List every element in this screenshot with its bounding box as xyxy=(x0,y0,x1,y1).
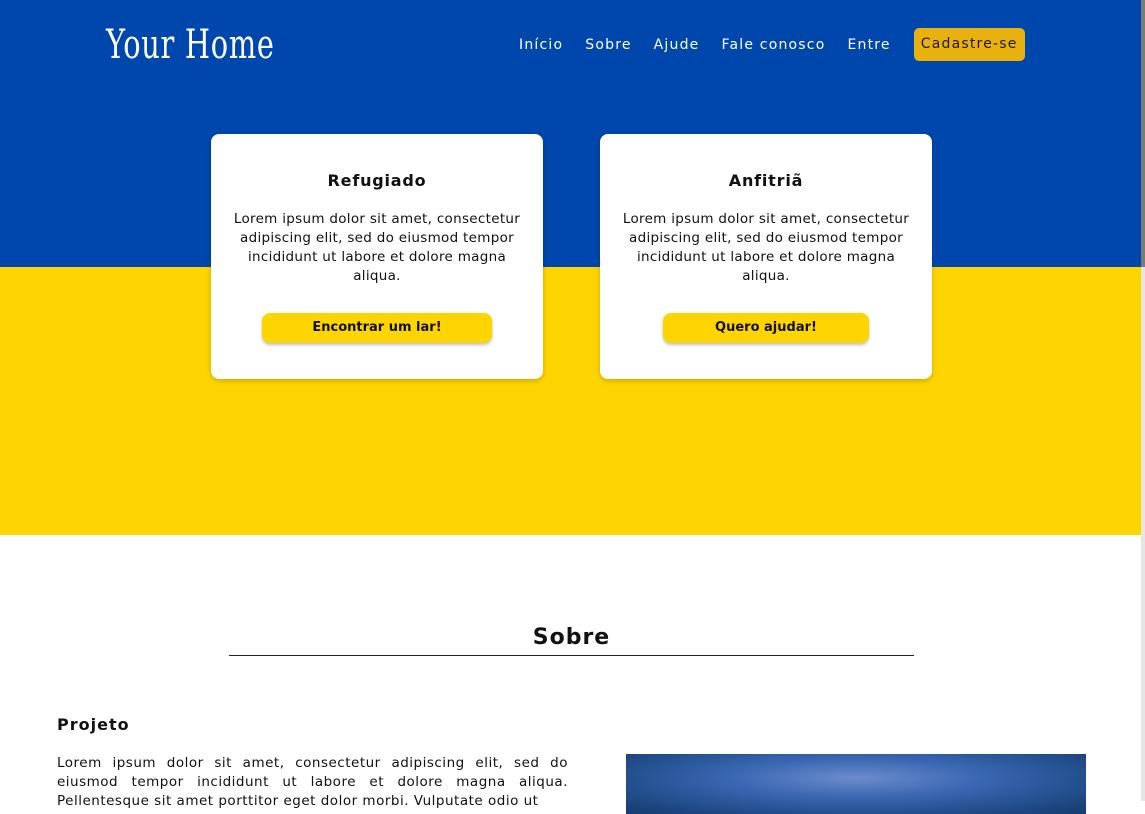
main-nav: Início Sobre Ajude Fale conosco Entre Ca… xyxy=(508,28,1025,61)
scrollbar[interactable] xyxy=(1141,0,1145,801)
card-text: Lorem ipsum dolor sit amet, consectetur … xyxy=(622,211,910,284)
signup-button[interactable]: Cadastre-se xyxy=(913,28,1025,61)
project-description: Lorem ipsum dolor sit amet, consectetur … xyxy=(57,755,568,809)
card-text: Lorem ipsum dolor sit amet, consectetur … xyxy=(233,211,521,284)
nav-link-ajude[interactable]: Ajude xyxy=(654,29,700,61)
nav-link-fale-conosco[interactable]: Fale conosco xyxy=(722,29,826,61)
card-title: Refugiado xyxy=(327,171,427,190)
project-heading: Projeto xyxy=(57,715,130,734)
nav-link-inicio[interactable]: Início xyxy=(519,29,563,61)
card-title: Anfitriã xyxy=(728,171,804,190)
hero-bottom-band xyxy=(0,267,1141,535)
refugee-card: Refugiado Lorem ipsum dolor sit amet, co… xyxy=(211,134,543,379)
want-to-help-button[interactable]: Quero ajudar! xyxy=(663,313,869,343)
about-section-title: Sobre xyxy=(229,622,914,656)
nav-link-sobre[interactable]: Sobre xyxy=(585,29,631,61)
nav-link-entre[interactable]: Entre xyxy=(847,29,890,61)
host-card: Anfitriã Lorem ipsum dolor sit amet, con… xyxy=(600,134,932,379)
scrollbar-thumb[interactable] xyxy=(1141,0,1145,267)
site-logo[interactable]: Your Home xyxy=(106,20,275,70)
find-home-button[interactable]: Encontrar um lar! xyxy=(262,313,492,343)
about-image xyxy=(626,754,1086,814)
